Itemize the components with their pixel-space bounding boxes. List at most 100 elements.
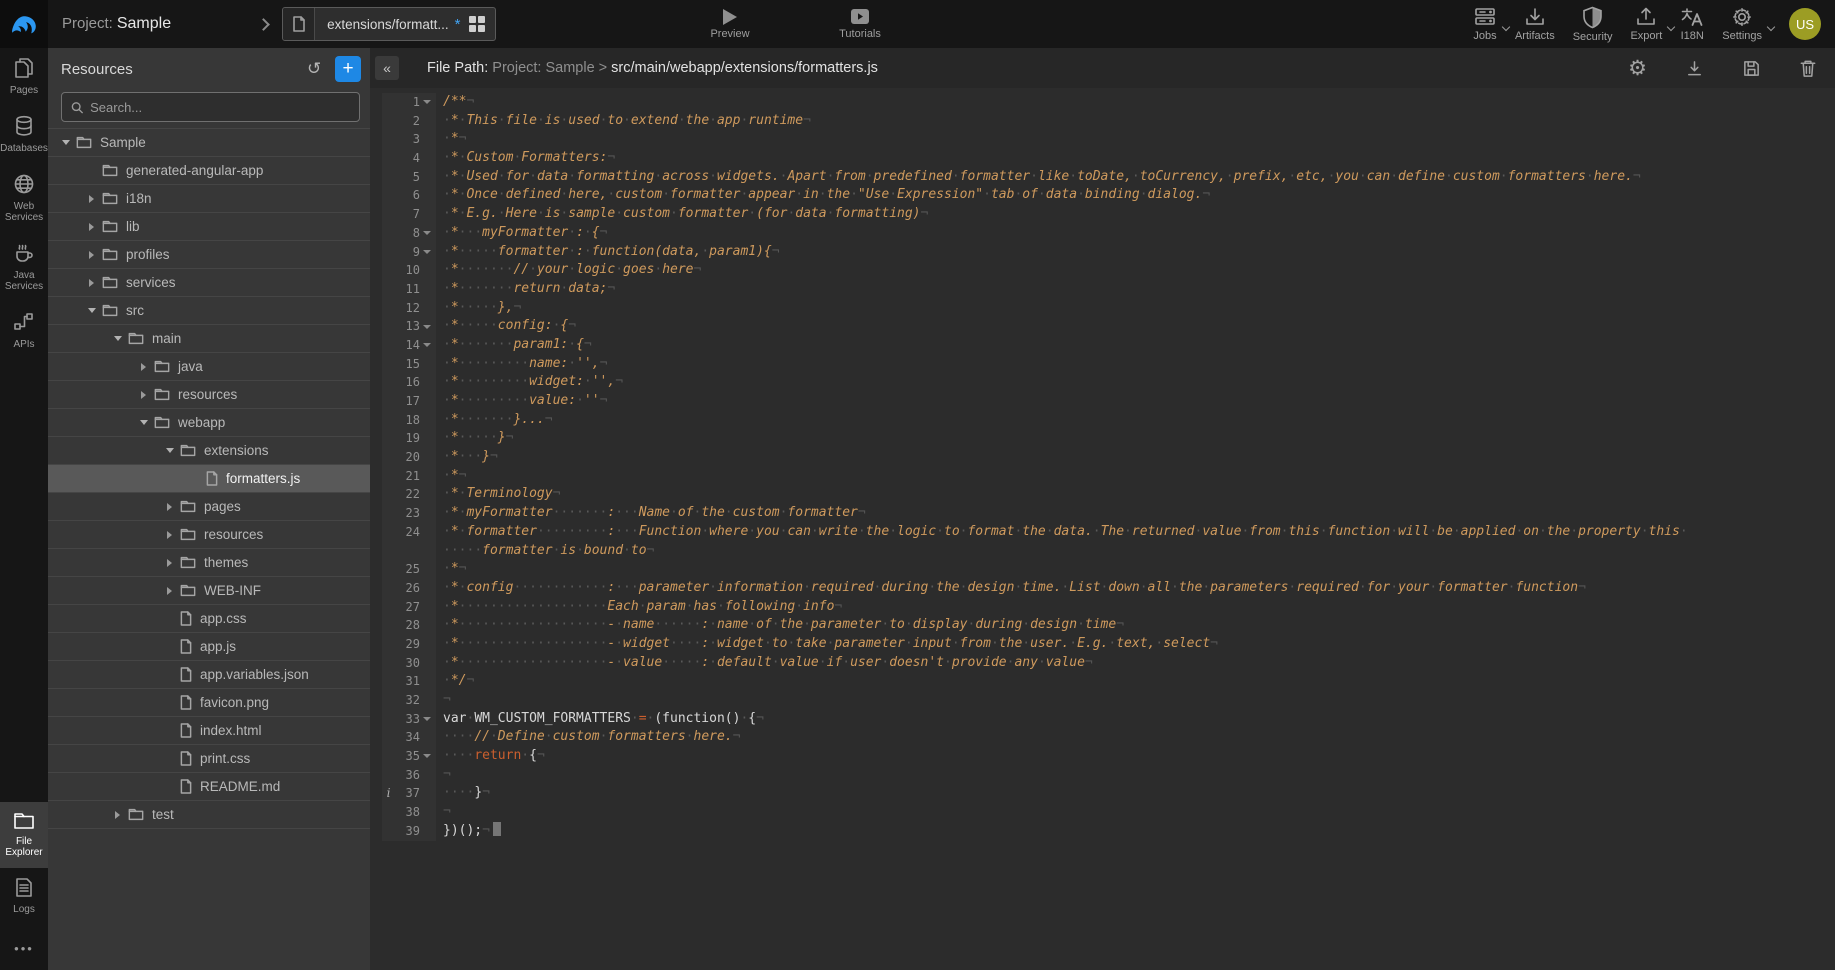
editor-delete-icon[interactable]	[1799, 59, 1817, 78]
code-area[interactable]: 1/**¬2·*·This·file·is·used·to·extend·the…	[382, 88, 1835, 970]
code-line-20[interactable]: 20·*···}¬	[382, 448, 1835, 467]
code-line-21[interactable]: 21·*¬	[382, 467, 1835, 486]
code-line-29[interactable]: 29·*···················-·widget····:·wid…	[382, 635, 1835, 654]
fold-icon[interactable]	[423, 100, 431, 104]
chevron-right-icon[interactable]	[89, 279, 94, 287]
code-line-16[interactable]: 16·*·········widget:·'',¬	[382, 373, 1835, 392]
code-line-wrap[interactable]: ·····formatter·is·bound·to¬	[382, 542, 1835, 561]
wavemaker-logo[interactable]	[0, 0, 48, 48]
code-line-32[interactable]: 32¬	[382, 691, 1835, 710]
fold-icon[interactable]	[423, 325, 431, 329]
code-line-1[interactable]: 1/**¬	[382, 93, 1835, 112]
fold-icon[interactable]	[423, 231, 431, 235]
code-line-6[interactable]: 6·*·Once·defined·here,·custom·formatter·…	[382, 186, 1835, 205]
rail-item-pages[interactable]: Pages	[0, 48, 48, 106]
tree-item-java[interactable]: java	[48, 353, 370, 381]
fold-icon[interactable]	[423, 250, 431, 254]
code-line-14[interactable]: 14·*·······param1:·{¬	[382, 336, 1835, 355]
chevron-right-icon[interactable]	[89, 251, 94, 259]
code-line-2[interactable]: 2·*·This·file·is·used·to·extend·the·app·…	[382, 112, 1835, 131]
fold-icon[interactable]	[423, 754, 431, 758]
tree-item-app.variables.json[interactable]: app.variables.json	[48, 661, 370, 689]
open-file-tab[interactable]: extensions/formatt... *	[282, 7, 495, 41]
chevron-right-icon[interactable]	[167, 503, 172, 511]
chevron-right-icon[interactable]	[89, 223, 94, 231]
search-box[interactable]	[61, 92, 360, 122]
editor-save-icon[interactable]	[1742, 59, 1761, 78]
fold-icon[interactable]	[423, 343, 431, 347]
chevron-right-icon[interactable]	[115, 811, 120, 819]
tree-item-pages[interactable]: pages	[48, 493, 370, 521]
code-line-18[interactable]: 18·*·······}...¬	[382, 411, 1835, 430]
tree-item-formatters.js[interactable]: formatters.js	[48, 465, 370, 493]
tree-item-resources[interactable]: resources	[48, 381, 370, 409]
tree-item-web-inf[interactable]: WEB-INF	[48, 577, 370, 605]
tree-item-test[interactable]: test	[48, 801, 370, 829]
tree-item-index.html[interactable]: index.html	[48, 717, 370, 745]
code-line-8[interactable]: 8·*···myFormatter·:·{¬	[382, 224, 1835, 243]
rail-item-databases[interactable]: Databases	[0, 106, 48, 164]
code-line-27[interactable]: 27·*···················Each·param·has·fo…	[382, 598, 1835, 617]
editor-download-icon[interactable]	[1685, 59, 1704, 78]
code-line-33[interactable]: 33var·WM_CUSTOM_FORMATTERS·=·(function()…	[382, 710, 1835, 729]
tree-item-profiles[interactable]: profiles	[48, 241, 370, 269]
code-line-34[interactable]: 34····//·Define·custom·formatters·here.¬	[382, 728, 1835, 747]
chevron-right-icon[interactable]	[167, 587, 172, 595]
add-resource-button[interactable]: +	[335, 56, 361, 82]
rail-item-file-explorer[interactable]: File Explorer	[0, 802, 48, 868]
chevron-right-icon[interactable]	[167, 559, 172, 567]
code-line-12[interactable]: 12·*·····},¬	[382, 299, 1835, 318]
code-line-4[interactable]: 4·*·Custom·Formatters:¬	[382, 149, 1835, 168]
code-line-35[interactable]: 35····return·{¬	[382, 747, 1835, 766]
code-line-26[interactable]: 26·*·config············:···parameter·inf…	[382, 579, 1835, 598]
chevron-down-icon[interactable]	[62, 140, 70, 145]
code-line-28[interactable]: 28·*···················-·name······:·nam…	[382, 616, 1835, 635]
refresh-icon[interactable]: ↻	[307, 59, 321, 79]
tree-item-generated-angular-app[interactable]: generated-angular-app	[48, 157, 370, 185]
more-options-icon[interactable]: •••	[0, 925, 48, 970]
user-avatar[interactable]: US	[1789, 8, 1821, 40]
chevron-right-icon[interactable]	[141, 391, 146, 399]
tree-item-i18n[interactable]: i18n	[48, 185, 370, 213]
code-line-11[interactable]: 11·*·······return·data;¬	[382, 280, 1835, 299]
tree-item-favicon.png[interactable]: favicon.png	[48, 689, 370, 717]
menu-i18n-button[interactable]: I18N	[1671, 6, 1713, 42]
code-line-24[interactable]: 24·*·formatter·········:···Function·wher…	[382, 523, 1835, 542]
tree-item-sample[interactable]: Sample	[48, 129, 370, 157]
rail-item-apis[interactable]: APIs	[0, 302, 48, 360]
code-line-19[interactable]: 19·*·····}¬	[382, 429, 1835, 448]
layout-grid-icon[interactable]	[469, 16, 485, 32]
rail-item-web-services[interactable]: Web Services	[0, 164, 48, 233]
chevron-down-icon[interactable]	[166, 448, 174, 453]
chevron-right-icon[interactable]	[257, 18, 270, 31]
code-line-39[interactable]: 39})();¬	[382, 822, 1835, 841]
chevron-down-icon[interactable]	[88, 308, 96, 313]
code-line-22[interactable]: 22·*·Terminology¬	[382, 485, 1835, 504]
code-line-7[interactable]: 7·*·E.g.·Here·is·sample·custom·formatter…	[382, 205, 1835, 224]
code-line-23[interactable]: 23·*·myFormatter·······:···Name·of·the·c…	[382, 504, 1835, 523]
menu-jobs-button[interactable]: Jobs	[1464, 6, 1506, 42]
tutorials-button[interactable]: Tutorials	[832, 0, 888, 48]
preview-button[interactable]: Preview	[702, 0, 758, 48]
chevron-right-icon[interactable]	[141, 363, 146, 371]
tree-item-extensions[interactable]: extensions	[48, 437, 370, 465]
tree-item-themes[interactable]: themes	[48, 549, 370, 577]
code-line-9[interactable]: 9·*·····formatter·:·function(data,·param…	[382, 243, 1835, 262]
search-input[interactable]	[90, 100, 350, 115]
rail-item-logs[interactable]: Logs	[0, 868, 48, 925]
tree-item-print.css[interactable]: print.css	[48, 745, 370, 773]
tree-item-src[interactable]: src	[48, 297, 370, 325]
rail-item-java-services[interactable]: Java Services	[0, 233, 48, 302]
code-line-30[interactable]: 30·*···················-·value·····:·def…	[382, 654, 1835, 673]
code-line-38[interactable]: 38¬	[382, 803, 1835, 822]
code-line-31[interactable]: 31·*/¬	[382, 672, 1835, 691]
menu-settings-button[interactable]: Settings	[1713, 6, 1771, 42]
code-line-25[interactable]: 25·*¬	[382, 560, 1835, 579]
fold-icon[interactable]	[423, 717, 431, 721]
tree-item-app.css[interactable]: app.css	[48, 605, 370, 633]
tree-item-readme.md[interactable]: README.md	[48, 773, 370, 801]
tree-item-app.js[interactable]: app.js	[48, 633, 370, 661]
tree-item-services[interactable]: services	[48, 269, 370, 297]
code-line-15[interactable]: 15·*·········name:·'',¬	[382, 355, 1835, 374]
code-line-37[interactable]: i37····}¬	[382, 784, 1835, 803]
